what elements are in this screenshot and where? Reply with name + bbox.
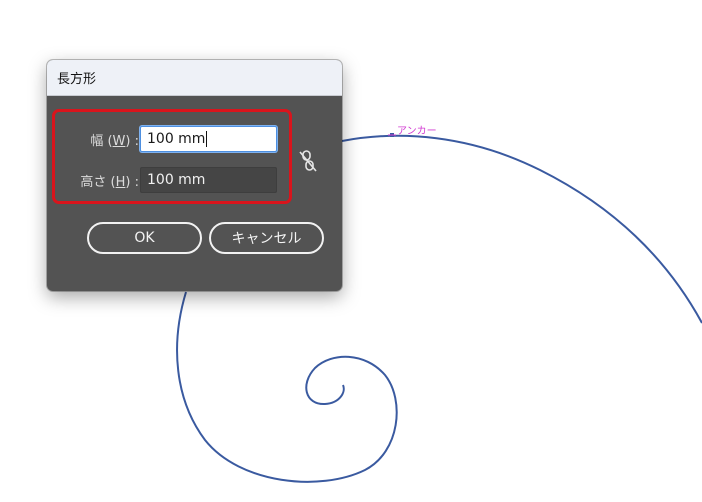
dialog-titlebar[interactable]: 長方形	[47, 60, 342, 96]
width-input[interactable]: 100 mm	[140, 126, 277, 152]
height-input[interactable]: 100 mm	[140, 167, 277, 193]
text-caret	[206, 131, 208, 147]
rectangle-dialog: 長方形 幅 (W) : 100 mm 高さ (H) : 100 mm OK キャ…	[47, 60, 342, 291]
dialog-title: 長方形	[57, 72, 97, 87]
height-label: 高さ (H) :	[80, 174, 139, 190]
unlink-chain-icon[interactable]	[297, 148, 319, 174]
width-row: 幅 (W) : 100 mm	[47, 125, 287, 153]
height-row: 高さ (H) : 100 mm	[47, 166, 287, 194]
cancel-button[interactable]: キャンセル	[209, 222, 324, 254]
anchor-label: アンカー	[397, 126, 437, 137]
ok-button[interactable]: OK	[87, 222, 202, 254]
width-label: 幅 (W) :	[90, 133, 139, 149]
